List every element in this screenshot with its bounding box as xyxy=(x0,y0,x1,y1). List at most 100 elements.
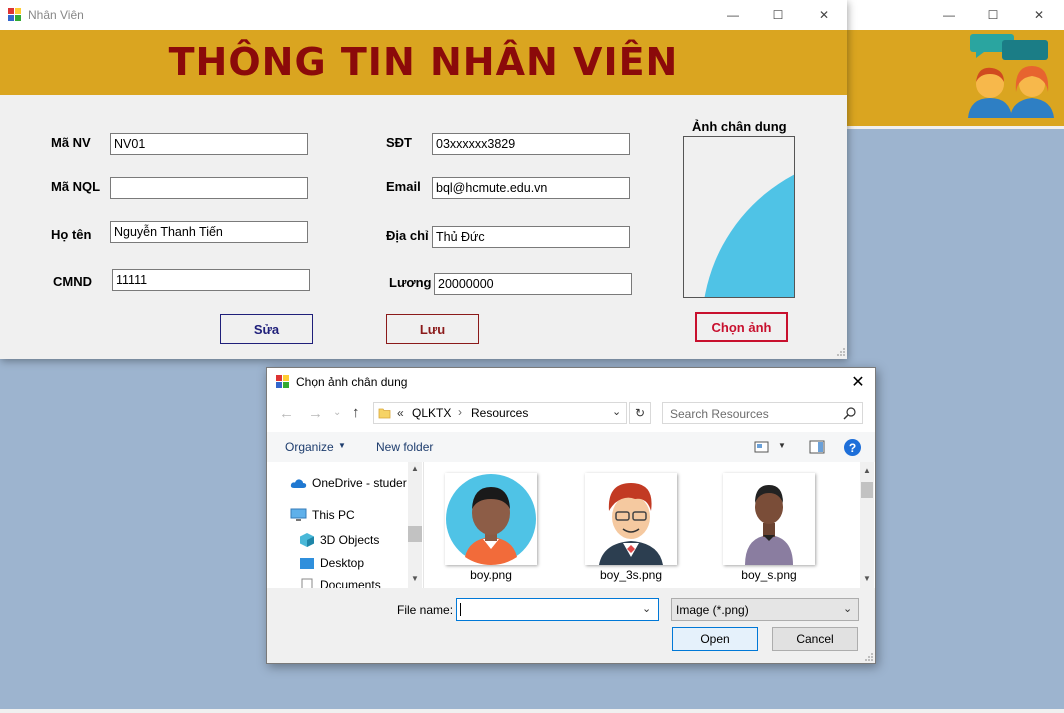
resize-grip-icon[interactable] xyxy=(836,347,846,357)
up-arrow-icon[interactable]: ↑ xyxy=(352,404,360,421)
scroll-down-icon[interactable]: ▼ xyxy=(863,574,871,583)
file-list: boy.png boy_3s.png boy_s.png ▲ ▼ xyxy=(424,462,875,588)
view-dropdown-icon[interactable]: ▼ xyxy=(778,441,786,450)
main-window-close-button[interactable]: ✕ xyxy=(1016,0,1062,30)
tree-item-label: OneDrive - studer xyxy=(312,476,407,490)
save-button[interactable]: Lưu xyxy=(386,314,479,344)
file-type-select[interactable]: Image (*.png) ⌄ xyxy=(671,598,859,621)
people-chat-icon xyxy=(968,34,1054,118)
close-label: ✕ xyxy=(818,8,830,22)
nav-pane-scrollbar[interactable]: ▲ ▼ xyxy=(408,462,422,588)
breadcrumb-overflow[interactable]: « xyxy=(397,406,404,420)
close-icon: ✕ xyxy=(851,374,865,391)
file-type-dropdown-icon: ⌄ xyxy=(843,603,853,615)
refresh-button[interactable]: ↻ xyxy=(629,402,651,424)
filename-input[interactable]: ⌄ xyxy=(456,598,659,621)
address-dropdown-icon[interactable]: ⌄ xyxy=(612,405,621,418)
email-input[interactable]: bql@hcmute.edu.vn xyxy=(432,177,630,199)
dia-chi-label: Địa chỉ xyxy=(386,228,429,243)
search-box[interactable]: Search Resources xyxy=(662,402,863,424)
main-window-minimize-button[interactable]: — xyxy=(926,0,972,30)
recent-chevron-icon[interactable]: ⌄ xyxy=(333,407,341,418)
file-name-boy-s: boy_s.png xyxy=(741,568,797,582)
preview-pane-icon[interactable] xyxy=(809,440,825,454)
scroll-up-icon[interactable]: ▲ xyxy=(863,466,871,475)
ma-nql-label: Mã NQL xyxy=(51,179,101,194)
scrollbar-thumb[interactable] xyxy=(408,526,422,542)
documents-icon xyxy=(301,578,313,588)
maximize-button[interactable]: ☐ xyxy=(755,0,801,30)
maximize-label: ☐ xyxy=(772,8,784,22)
portrait-placeholder-image xyxy=(704,174,794,297)
address-bar[interactable]: « QLKTX › Resources ⌄ xyxy=(373,402,627,424)
folder-icon xyxy=(378,408,391,419)
employee-window-titlebar: Nhân Viên — ☐ ✕ xyxy=(0,0,847,30)
tree-item-label: Desktop xyxy=(320,556,365,570)
search-placeholder: Search Resources xyxy=(670,407,769,421)
choose-image-button[interactable]: Chọn ảnh xyxy=(695,312,788,342)
banner-divider xyxy=(846,126,1064,129)
tree-item-onedrive[interactable]: OneDrive - studer xyxy=(290,476,407,490)
dia-chi-input[interactable]: Thủ Đức xyxy=(432,226,630,248)
tree-item-this-pc[interactable]: This PC xyxy=(290,508,355,522)
filename-dropdown-icon[interactable]: ⌄ xyxy=(642,602,651,615)
breadcrumb-resources[interactable]: Resources xyxy=(471,406,528,420)
portrait-label: Ảnh chân dung xyxy=(692,119,787,134)
boy-3s-thumbnail-icon xyxy=(599,483,663,565)
main-window-banner xyxy=(846,30,1064,126)
file-list-scrollbar[interactable]: ▲ ▼ xyxy=(860,462,874,588)
tree-item-label: This PC xyxy=(312,508,355,522)
portrait-picture xyxy=(683,136,795,298)
file-item-boy[interactable] xyxy=(445,473,537,565)
text-caret xyxy=(460,603,461,616)
new-folder-button[interactable]: New folder xyxy=(376,440,433,454)
ma-nv-input[interactable]: NV01 xyxy=(110,133,308,155)
boy-s-thumbnail-icon xyxy=(745,485,793,565)
tree-item-desktop[interactable]: Desktop xyxy=(299,556,364,570)
breadcrumb-qlktx[interactable]: QLKTX xyxy=(412,406,451,420)
file-name-boy: boy.png xyxy=(470,568,512,582)
file-dialog: Chọn ảnh chân dung ✕ ← → ⌄ ↑ « QLKTX › R… xyxy=(266,367,876,664)
ma-nql-input[interactable] xyxy=(110,177,308,199)
navigation-pane: OneDrive - studer This PC 3D Objects Des… xyxy=(267,462,424,588)
tree-item-3d-objects[interactable]: 3D Objects xyxy=(299,532,379,547)
edit-button[interactable]: Sửa xyxy=(220,314,313,344)
close-button[interactable]: ✕ xyxy=(801,0,847,30)
status-strip xyxy=(0,709,1064,713)
file-item-boy-3s[interactable] xyxy=(585,473,677,565)
dialog-title: Chọn ảnh chân dung xyxy=(296,375,408,389)
ma-nv-label: Mã NV xyxy=(51,135,91,150)
tree-item-documents[interactable]: Documents xyxy=(299,578,381,588)
scroll-up-icon[interactable]: ▲ xyxy=(411,464,419,473)
employee-window: Nhân Viên — ☐ ✕ THÔNG TIN NHÂN VIÊN Mã N… xyxy=(0,0,847,359)
open-button[interactable]: Open xyxy=(672,627,758,651)
resize-grip-icon[interactable] xyxy=(864,652,874,662)
minimize-label: — xyxy=(727,8,739,22)
cloud-icon xyxy=(290,478,307,488)
cmnd-input[interactable]: 11111 xyxy=(112,269,310,291)
ho-ten-input[interactable]: Nguyễn Thanh Tiến xyxy=(110,221,308,243)
search-icon xyxy=(843,407,856,420)
tree-item-label: 3D Objects xyxy=(320,532,380,547)
scrollbar-thumb[interactable] xyxy=(861,482,873,498)
luong-input[interactable]: 20000000 xyxy=(434,273,632,295)
desktop-icon xyxy=(300,557,314,569)
scroll-down-icon[interactable]: ▼ xyxy=(411,574,419,583)
refresh-icon: ↻ xyxy=(634,406,646,420)
file-item-boy-s[interactable] xyxy=(723,473,815,565)
sdt-input[interactable]: 03xxxxxx3829 xyxy=(432,133,630,155)
minimize-label: — xyxy=(943,8,955,22)
cancel-button[interactable]: Cancel xyxy=(772,627,858,651)
cube-icon xyxy=(300,533,314,547)
maximize-label: ☐ xyxy=(987,8,999,22)
organize-button[interactable]: Organize xyxy=(285,440,334,454)
minimize-button[interactable]: — xyxy=(710,0,756,30)
boy-thumbnail-icon xyxy=(446,474,536,565)
dialog-close-button[interactable]: ✕ xyxy=(847,371,869,393)
main-window-maximize-button[interactable]: ☐ xyxy=(970,0,1016,30)
help-icon[interactable]: ? xyxy=(844,439,861,456)
sdt-label: SĐT xyxy=(386,135,412,150)
back-arrow-icon[interactable]: ← xyxy=(279,405,294,422)
forward-arrow-icon[interactable]: → xyxy=(308,405,323,422)
view-options-icon[interactable] xyxy=(754,441,770,453)
